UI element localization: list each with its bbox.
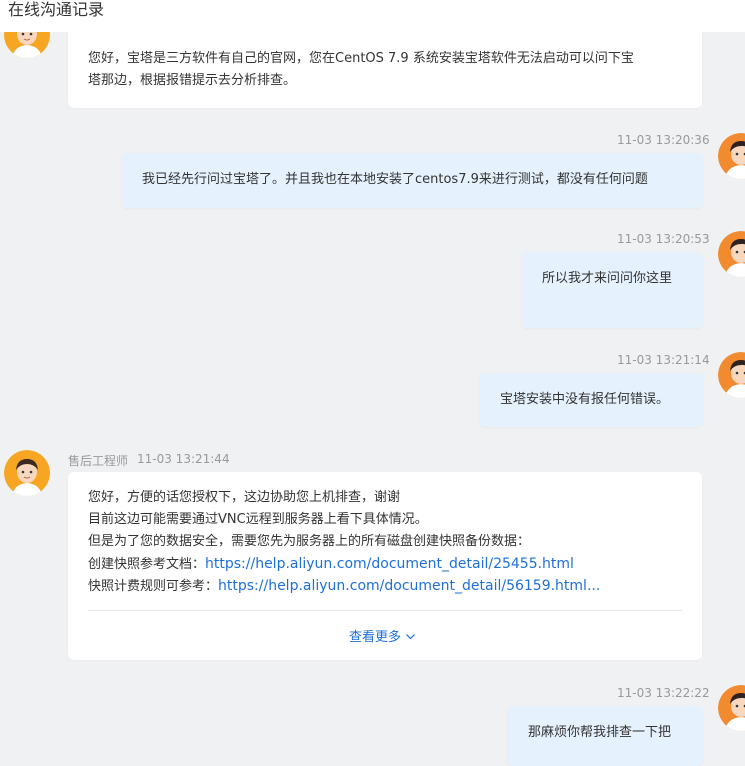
sender-name: 售后工程师	[68, 454, 129, 468]
message-text: 但是为了您的数据安全，需要您先为服务器上的所有磁盘创建快照备份数据：	[88, 534, 531, 549]
snapshot-doc-link[interactable]: https://help.aliyun.com/document_detail/…	[205, 556, 574, 572]
user-avatar-icon	[718, 133, 745, 179]
chevron-down-icon	[406, 634, 416, 640]
message-bubble-user-3	[521, 252, 703, 328]
link-label: 创建快照参考文档：	[88, 557, 206, 572]
message-text: 那麻烦你帮我排查一下把	[528, 725, 672, 740]
user-avatar-icon	[718, 352, 745, 398]
snapshot-billing-link[interactable]: https://help.aliyun.com/document_detail/…	[218, 578, 600, 594]
show-more-button[interactable]: 查看更多	[349, 626, 416, 645]
message-timestamp: 11-03 13:22:22	[617, 686, 710, 700]
message-timestamp: 11-03 13:20:36	[617, 133, 710, 147]
message-text-line: 创建快照参考文档：https://help.aliyun.com/documen…	[88, 553, 574, 576]
divider	[88, 610, 682, 611]
agent-avatar-icon	[4, 450, 50, 496]
user-avatar-icon	[718, 685, 745, 731]
message-text: 您好，宝塔是三方软件有自己的官网，您在CentOS 7.9 系统安装宝塔软件无法…	[88, 51, 634, 66]
message-text: 宝塔安装中没有报任何错误。	[500, 392, 670, 407]
page-title: 在线沟通记录	[8, 0, 105, 19]
message-text: 我已经先行问过宝塔了。并且我也在本地安装了centos7.9来进行测试，都没有任…	[142, 172, 648, 187]
message-text: 所以我才来问问你这里	[542, 271, 673, 286]
user-avatar-icon	[718, 231, 745, 277]
message-text: 目前这边可能需要通过VNC远程到服务器上看下具体情况。	[88, 512, 428, 527]
message-text: 塔那边，根据报错提示去分析排查。	[88, 73, 297, 88]
link-label: 快照计费规则可参考：	[88, 579, 219, 594]
message-timestamp: 11-03 13:21:14	[617, 353, 710, 367]
message-text: 您好，方便的话您授权下，这边协助您上机排查，谢谢	[88, 490, 401, 505]
show-more-label: 查看更多	[349, 630, 402, 645]
message-text-line: 快照计费规则可参考：https://help.aliyun.com/docume…	[88, 575, 600, 598]
header-bar: 在线沟通记录	[0, 0, 745, 32]
message-timestamp: 11-03 13:21:44	[137, 452, 230, 466]
message-timestamp: 11-03 13:20:53	[617, 232, 710, 246]
